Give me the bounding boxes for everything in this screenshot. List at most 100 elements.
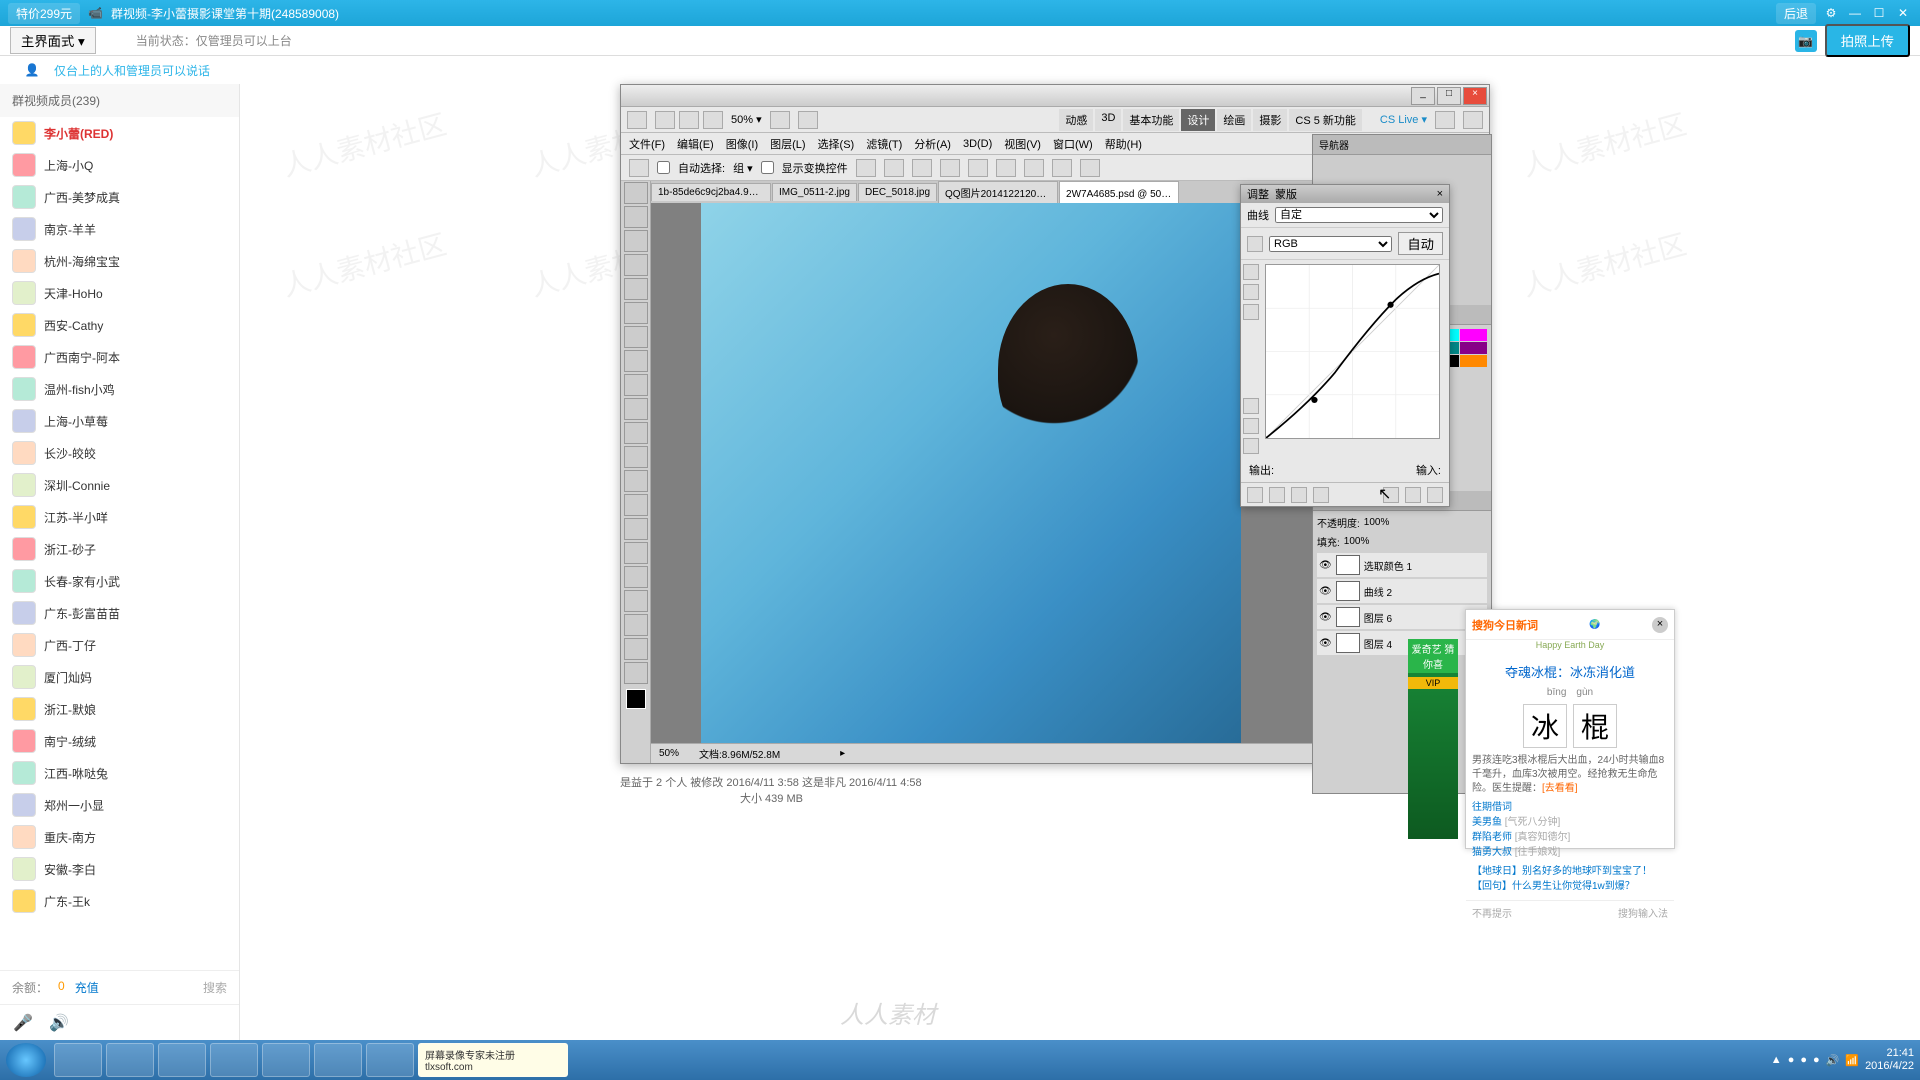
search-link[interactable]: 搜索 (203, 979, 227, 996)
bridge-icon[interactable] (655, 111, 675, 129)
layer-row[interactable]: 👁选取颜色 1 (1317, 553, 1487, 577)
member-item[interactable]: 广东-彭富苗苗 (0, 597, 239, 629)
cloud-icon[interactable] (366, 1043, 414, 1077)
close-button[interactable]: ✕ (1894, 4, 1912, 22)
hand-tool-icon[interactable] (624, 638, 648, 660)
dodge-tool-icon[interactable] (624, 494, 648, 516)
navigator-tab[interactable]: 导航器 (1313, 135, 1491, 155)
member-item[interactable]: 深圳-Connie (0, 469, 239, 501)
curves-preset-select[interactable]: 自定 (1275, 207, 1443, 223)
opacity-value[interactable]: 100% (1364, 517, 1390, 528)
align-icon[interactable] (912, 159, 932, 177)
align-icon[interactable] (968, 159, 988, 177)
member-item[interactable]: 上海-小草莓 (0, 405, 239, 437)
explorer-icon[interactable] (106, 1043, 154, 1077)
tray-icon[interactable]: 📶 (1845, 1054, 1859, 1067)
hot-link[interactable]: 【地球日】别名好多的地球吓到宝宝了！ (1472, 866, 1652, 877)
member-item[interactable]: 广东-王k (0, 885, 239, 917)
member-item[interactable]: 上海-小Q (0, 149, 239, 181)
ps-close-button[interactable]: × (1463, 87, 1487, 105)
zoom-tool-icon[interactable] (624, 662, 648, 684)
member-item[interactable]: 广西-丁仔 (0, 629, 239, 661)
curves-pencil-tool-icon[interactable] (1243, 284, 1259, 300)
document-tab[interactable]: 2W7A4685.psd @ 50% (曲线 2, 图层蒙版/8) (1059, 181, 1179, 203)
member-item[interactable]: 安徽-李白 (0, 853, 239, 885)
member-item[interactable]: 天津-HoHo (0, 277, 239, 309)
lasso-tool-icon[interactable] (624, 230, 648, 252)
menu-item[interactable]: 分析(A) (914, 136, 951, 152)
brush-tool-icon[interactable] (624, 350, 648, 372)
menu-item[interactable]: 3D(D) (963, 138, 992, 150)
curves-return-icon[interactable] (1247, 487, 1263, 503)
dont-show-link[interactable]: 不再提示 (1472, 905, 1512, 920)
show-transform-checkbox[interactable] (761, 161, 774, 174)
ps-win-restore-icon[interactable] (1463, 111, 1483, 129)
screen-mode-icon[interactable] (798, 111, 818, 129)
curves-display-icon[interactable] (1243, 398, 1259, 414)
member-item[interactable]: 重庆-南方 (0, 821, 239, 853)
foreground-color[interactable] (626, 689, 646, 709)
curves-graph[interactable] (1265, 264, 1440, 439)
tray-icon[interactable]: ● (1813, 1054, 1820, 1066)
settings-icon[interactable]: ⚙ (1822, 4, 1840, 22)
eye-icon[interactable]: 👁 (1319, 638, 1332, 649)
member-item[interactable]: 广西南宁-阿本 (0, 341, 239, 373)
curves-panel[interactable]: 调整 蒙版 × 曲线 自定 RGB 自动 (1240, 184, 1450, 507)
stamp-tool-icon[interactable] (624, 374, 648, 396)
member-item[interactable]: 广西-美梦成真 (0, 181, 239, 213)
document-tab[interactable]: 1b-85de6c9cj2ba4.94.6g-2.jpg (651, 183, 771, 201)
menu-item[interactable]: 图层(L) (770, 136, 805, 152)
back-button[interactable]: 后退 (1776, 3, 1816, 24)
maximize-button[interactable]: ☐ (1870, 4, 1888, 22)
headline[interactable]: 夺魂冰棍：冰冻消化道 (1472, 662, 1668, 681)
member-item[interactable]: 西安-Cathy (0, 309, 239, 341)
eraser-tool-icon[interactable] (624, 422, 648, 444)
history-brush-tool-icon[interactable] (624, 398, 648, 420)
workspace-tab[interactable]: 设计 (1181, 109, 1215, 131)
app-icon[interactable] (262, 1043, 310, 1077)
align-icon[interactable] (884, 159, 904, 177)
member-item[interactable]: 江西-咻哒兔 (0, 757, 239, 789)
member-list[interactable]: 李小蕾(RED)上海-小Q广西-美梦成真南京-羊羊杭州-海绵宝宝天津-HoHo西… (0, 117, 239, 970)
member-item[interactable]: 浙江-砂子 (0, 533, 239, 565)
view-extras-icon[interactable] (703, 111, 723, 129)
member-item[interactable]: 长春-家有小武 (0, 565, 239, 597)
curves-expand-icon[interactable] (1269, 487, 1285, 503)
document-tab[interactable]: DEC_5018.jpg (858, 183, 937, 201)
member-item[interactable]: 厦门灿妈 (0, 661, 239, 693)
ps-toolbox[interactable] (621, 181, 651, 763)
iqiyi-ad[interactable]: 爱奇艺 猜你喜 VIP (1408, 639, 1458, 839)
upload-button[interactable]: 拍照上传 (1825, 24, 1910, 57)
marquee-tool-icon[interactable] (624, 206, 648, 228)
minibridge-icon[interactable] (679, 111, 699, 129)
popup-close-icon[interactable]: × (1652, 617, 1668, 633)
curves-eye-icon[interactable] (1313, 487, 1329, 503)
tray-icon[interactable]: ● (1788, 1054, 1795, 1066)
word-link[interactable]: 猫勇大叔 (1472, 847, 1512, 858)
mode-dropdown[interactable]: 主界面式 ▾ (10, 27, 96, 54)
member-item[interactable]: 长沙-皎皎 (0, 437, 239, 469)
move-tool-preset-icon[interactable] (629, 159, 649, 177)
mic-icon[interactable]: 🎤 (12, 1012, 34, 1034)
align-icon[interactable] (996, 159, 1016, 177)
move-tool-icon[interactable] (624, 182, 648, 204)
layer-row[interactable]: 👁图层 6 (1317, 605, 1487, 629)
ps-maximize-button[interactable]: □ (1437, 87, 1461, 105)
crop-tool-icon[interactable] (624, 278, 648, 300)
document-tab[interactable]: IMG_0511-2.jpg (772, 183, 857, 201)
menu-item[interactable]: 图像(I) (726, 136, 758, 152)
word-link[interactable]: 群陷老师 (1472, 832, 1512, 843)
document-tab[interactable]: QQ图片20141221203945.jpg (938, 181, 1058, 203)
auto-select-checkbox[interactable] (657, 161, 670, 174)
3d-tool-icon[interactable] (624, 614, 648, 636)
zoom-dropdown[interactable]: 50% ▾ (731, 113, 762, 126)
curves-histogram-icon[interactable] (1243, 438, 1259, 454)
pen-tool-icon[interactable] (624, 518, 648, 540)
distribute-icon[interactable] (1052, 159, 1072, 177)
tray-icon[interactable]: ● (1800, 1054, 1807, 1066)
member-item[interactable]: 南京-羊羊 (0, 213, 239, 245)
distribute-icon[interactable] (1080, 159, 1100, 177)
app-icon[interactable] (210, 1043, 258, 1077)
fill-value[interactable]: 100% (1344, 536, 1370, 547)
distribute-icon[interactable] (1024, 159, 1044, 177)
